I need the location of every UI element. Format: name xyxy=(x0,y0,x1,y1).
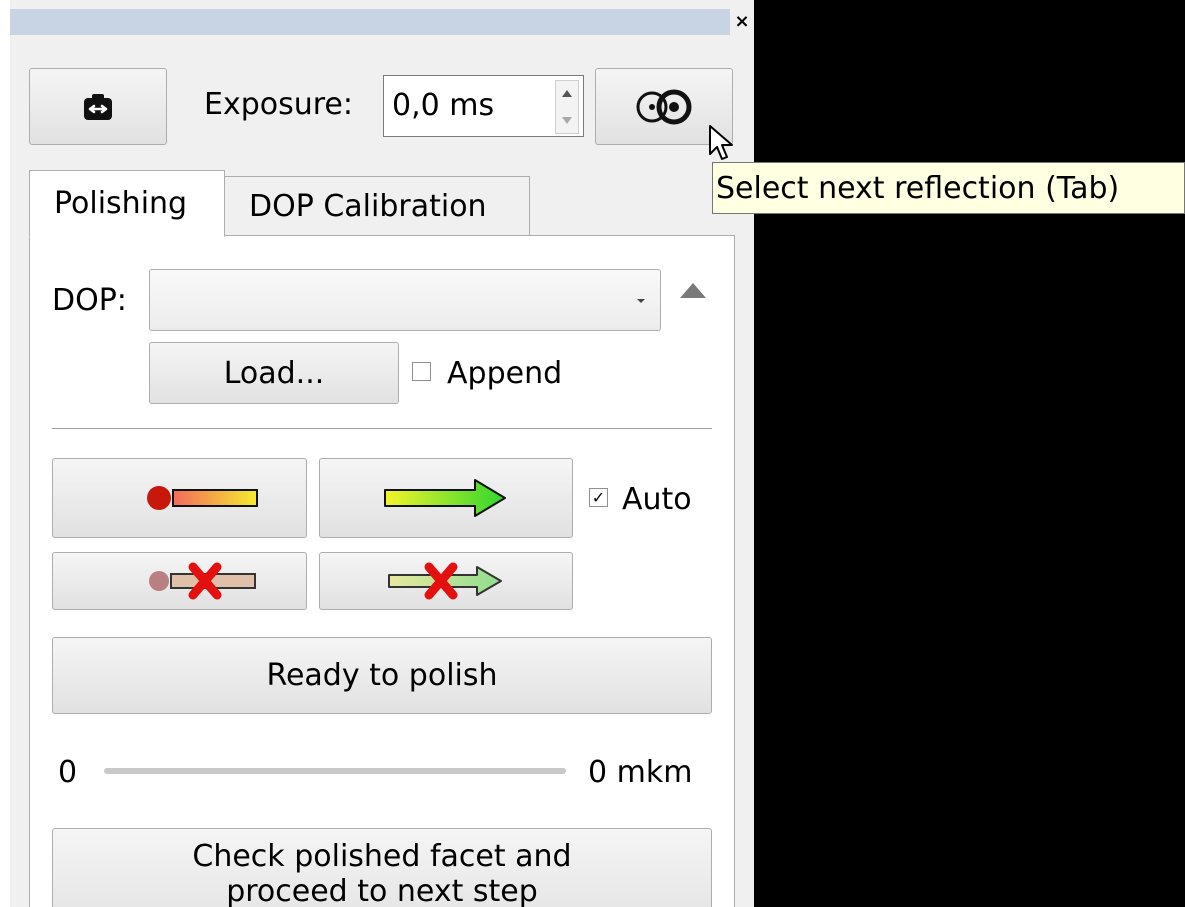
tab-dop-calibration[interactable]: DOP Calibration xyxy=(224,176,530,236)
camera-switch-icon xyxy=(84,93,112,120)
exposure-spin-buttons[interactable] xyxy=(555,80,579,134)
set-start-point-button[interactable] xyxy=(52,458,307,538)
camera-switch-button[interactable] xyxy=(29,68,167,145)
tab-polishing[interactable]: Polishing xyxy=(29,170,225,237)
auto-label: Auto xyxy=(622,482,692,517)
panel-left-edge xyxy=(0,0,10,907)
exposure-label: Exposure: xyxy=(204,87,353,122)
start-point-arrow-icon xyxy=(146,486,258,510)
move-forward-button[interactable] xyxy=(319,458,573,538)
tooltip-text: Select next reflection (Tab) xyxy=(716,170,1120,206)
ready-label: Ready to polish xyxy=(266,658,498,693)
ready-to-polish-button[interactable]: Ready to polish xyxy=(52,637,712,714)
append-checkbox[interactable] xyxy=(412,362,431,381)
close-button[interactable]: × xyxy=(730,9,754,35)
check-facet-line-1: Check polished facet and xyxy=(192,839,572,874)
slider-max-label: 0 mkm xyxy=(588,755,693,790)
dop-combobox[interactable] xyxy=(149,269,661,331)
green-arrow-icon xyxy=(384,479,506,517)
clear-start-point-button[interactable] xyxy=(52,552,307,610)
collapse-triangle-icon[interactable] xyxy=(678,280,708,302)
clear-start-point-icon xyxy=(148,562,256,600)
tooltip: Select next reflection (Tab) xyxy=(712,162,1185,214)
depth-slider[interactable] xyxy=(104,768,566,774)
load-label: Load... xyxy=(223,355,325,391)
separator xyxy=(52,428,712,429)
chevron-down-icon xyxy=(637,299,645,303)
dop-label: DOP: xyxy=(52,283,127,318)
spin-down-icon[interactable] xyxy=(557,107,577,133)
append-label: Append xyxy=(447,356,563,391)
mouse-cursor-icon xyxy=(709,125,733,160)
spin-up-icon[interactable] xyxy=(557,81,577,107)
load-button[interactable]: Load... xyxy=(149,342,399,404)
control-panel: × Exposure: 0,0 ms Polishing DOP Calibra… xyxy=(0,0,754,907)
auto-checkbox[interactable]: ✓ xyxy=(589,488,608,507)
exposure-spinbox[interactable]: 0,0 ms xyxy=(383,75,584,137)
slider-min-label: 0 xyxy=(58,755,78,790)
exposure-value: 0,0 ms xyxy=(392,88,495,123)
panel-title-bar[interactable] xyxy=(10,9,730,35)
clear-arrow-icon xyxy=(388,562,502,600)
clear-forward-button[interactable] xyxy=(319,552,573,610)
check-polished-facet-button[interactable]: Check polished facet and proceed to next… xyxy=(52,828,712,907)
select-reflection-icon xyxy=(636,89,692,124)
check-facet-line-2: proceed to next step xyxy=(226,874,538,907)
